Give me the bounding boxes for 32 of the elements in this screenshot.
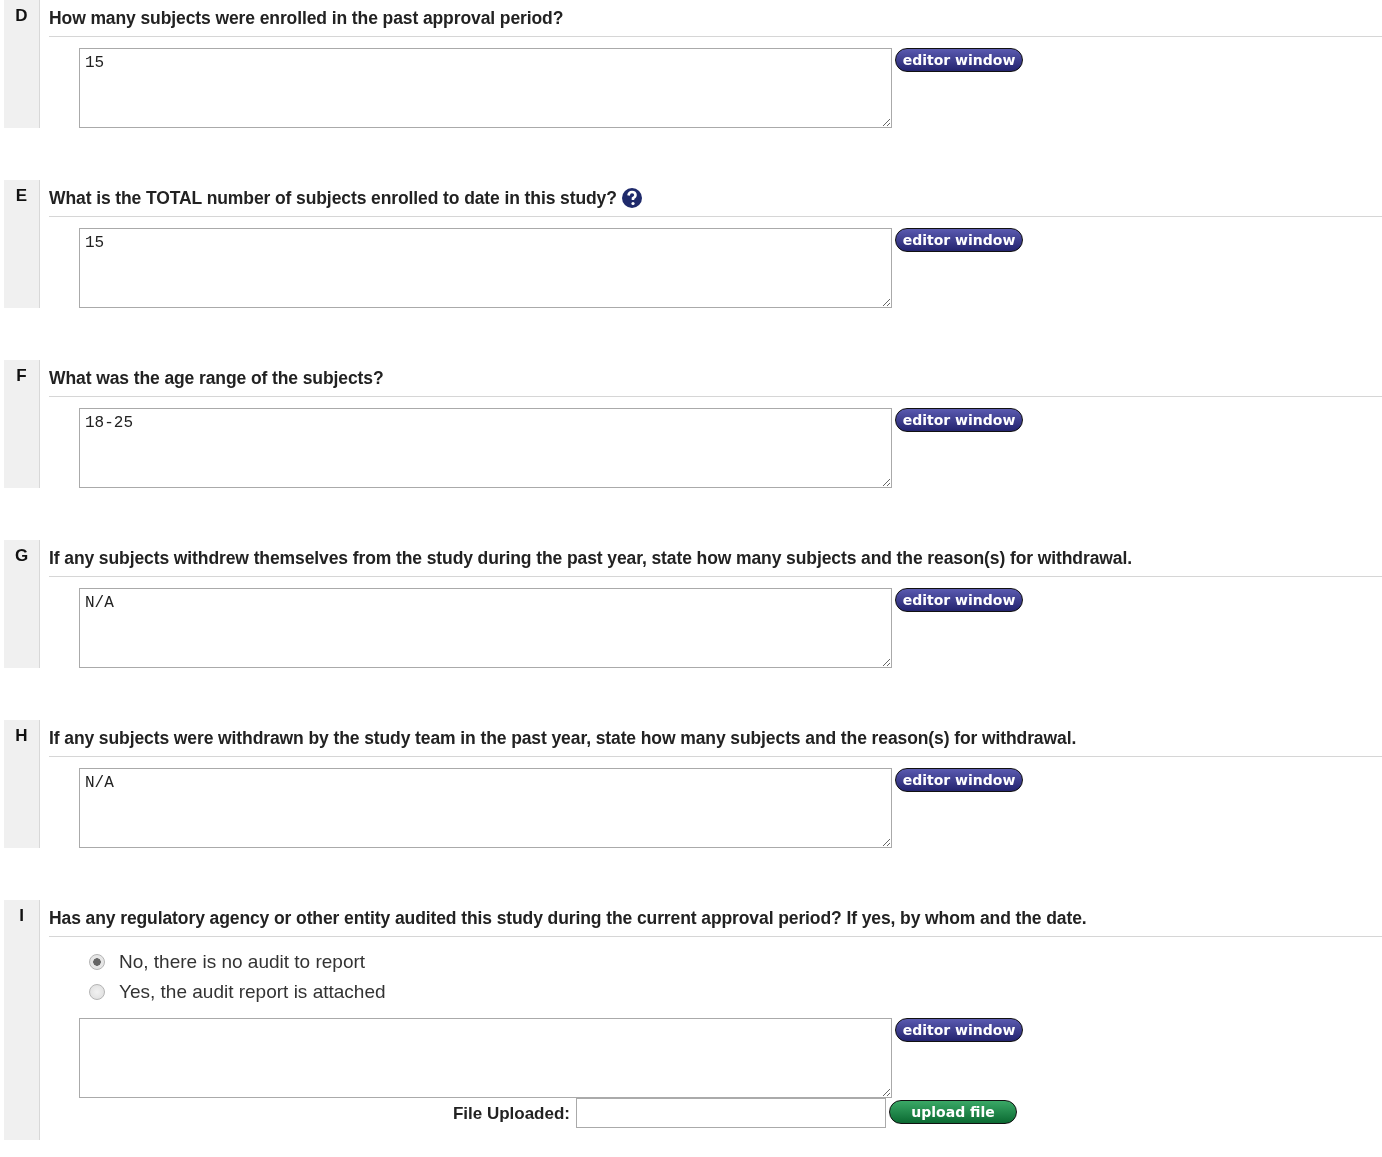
question-letter: D xyxy=(15,6,28,26)
question-letter: I xyxy=(19,906,24,926)
question-text: If any subjects withdrew themselves from the study during the past year, state how many subjects and the reason(s) for withdrawal. xyxy=(49,547,1132,569)
help-icon[interactable] xyxy=(620,187,643,209)
answer-field[interactable]: 18-25 xyxy=(79,408,892,488)
upload-file-button[interactable]: upload file xyxy=(889,1100,1017,1124)
editor-window-button[interactable]: editor window xyxy=(895,1018,1023,1042)
question-text: How many subjects were enrolled in the past approval period? xyxy=(49,7,564,29)
answer-field[interactable]: 15 xyxy=(79,48,892,128)
radio-label: No, there is no audit to report xyxy=(119,951,366,973)
question-text: Has any regulatory agency or other entity audited this study during the current approval period? If yes, by whom and the date. xyxy=(49,907,1087,929)
radio-button[interactable] xyxy=(89,954,105,970)
editor-window-button[interactable]: editor window xyxy=(895,768,1023,792)
radio-label: Yes, the audit report is attached xyxy=(119,981,386,1003)
editor-window-button[interactable]: editor window xyxy=(895,48,1023,72)
answer-field[interactable]: 15 xyxy=(79,228,892,308)
question-letter: G xyxy=(14,546,29,566)
question-text: What is the TOTAL number of subjects enrolled to date in this study? xyxy=(49,187,617,209)
answer-field[interactable]: N/A xyxy=(79,768,892,848)
question-text: What was the age range of the subjects? xyxy=(49,367,384,389)
file-field[interactable] xyxy=(576,1098,886,1128)
answer-field[interactable]: N/A xyxy=(79,588,892,668)
question-letter: H xyxy=(15,726,28,746)
file-uploaded-label: File Uploaded: xyxy=(451,1103,571,1124)
question-letter: F xyxy=(16,366,27,386)
radio-button[interactable] xyxy=(89,984,105,1000)
question-text: If any subjects were withdrawn by the study team in the past year, state how many subjects and the reason(s) for withdrawal. xyxy=(49,727,1077,749)
editor-window-button[interactable]: editor window xyxy=(895,408,1023,432)
editor-window-button[interactable]: editor window xyxy=(895,228,1023,252)
question-letter: E xyxy=(15,186,28,206)
answer-field[interactable] xyxy=(79,1018,892,1098)
editor-window-button[interactable]: editor window xyxy=(895,588,1023,612)
